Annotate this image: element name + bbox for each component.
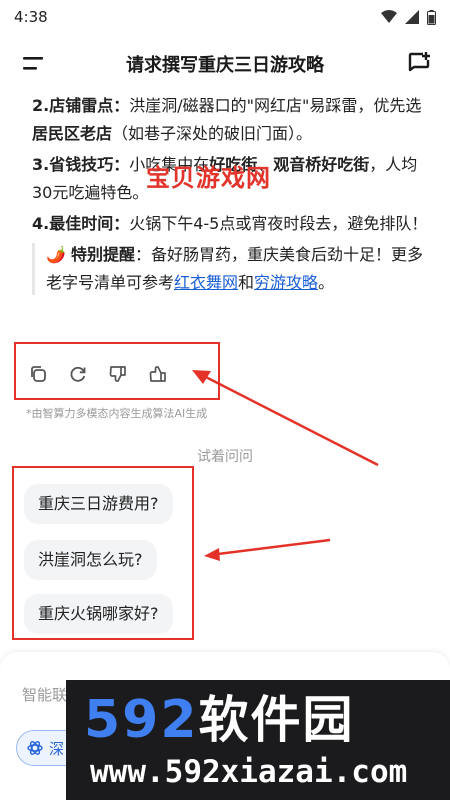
- message-input[interactable]: 智能联: [22, 684, 67, 705]
- new-chat-icon[interactable]: [406, 50, 432, 76]
- tip-item-2: 2.店铺雷点：洪崖洞/磁器口的"网红店"易踩雷，优先选 居民区老店（如巷子深处的…: [32, 96, 422, 143]
- refresh-icon: [70, 366, 86, 382]
- page-title: 请求撰写重庆三日游攻略: [126, 55, 324, 76]
- thumbs-up-icon: [149, 366, 166, 382]
- menu-icon[interactable]: [20, 52, 46, 76]
- answer-actions: [26, 362, 170, 386]
- banner-logo: 592软件园: [84, 690, 355, 750]
- ai-generated-note: *由智算力多模态内容生成算法AI生成: [26, 407, 208, 420]
- chat-header: 请求撰写重庆三日游攻略: [0, 44, 450, 84]
- suggestion-chip[interactable]: 重庆火锅哪家好?: [24, 594, 173, 634]
- status-time: 4:38: [14, 8, 48, 26]
- tip-item-4: 4.最佳时间：火锅下午4-5点或宵夜时段去，避免排队！: [32, 214, 428, 233]
- status-bar: 4:38: [0, 0, 450, 34]
- link-hongyiwu[interactable]: 红衣舞网: [174, 273, 238, 292]
- regenerate-button[interactable]: [66, 362, 90, 386]
- try-ask-heading: 试着问问: [197, 449, 253, 465]
- suggestion-chip[interactable]: 洪崖洞怎么玩?: [24, 540, 157, 580]
- watermark-text: 宝贝游戏网: [146, 164, 271, 192]
- like-button[interactable]: [146, 362, 170, 386]
- watermark-banner: 592软件园 www.592xiazai.com: [66, 680, 450, 800]
- wifi-icon: [381, 10, 397, 23]
- suggestion-chip[interactable]: 重庆三日游费用?: [24, 484, 173, 524]
- atom-icon: [27, 741, 43, 755]
- signal-icon: [405, 10, 419, 24]
- chili-icon: 🌶️: [46, 245, 66, 264]
- dislike-button[interactable]: [106, 362, 130, 386]
- link-qiongyou[interactable]: 穷游攻略: [254, 273, 318, 292]
- battery-icon: [427, 9, 436, 25]
- banner-url: www.592xiazai.com: [90, 754, 408, 790]
- special-reminder: 🌶️ 特别提醒：备好肠胃药，重庆美食后劲十足！更多老字号清单可参考红衣舞网和穷游…: [32, 241, 432, 297]
- thumbs-down-icon: [109, 366, 126, 382]
- answer-content: 2.店铺雷点：洪崖洞/磁器口的"网红店"易踩雷，优先选 居民区老店（如巷子深处的…: [32, 92, 432, 300]
- copy-icon: [31, 366, 46, 382]
- status-icons: [381, 9, 436, 25]
- copy-button[interactable]: [26, 362, 50, 386]
